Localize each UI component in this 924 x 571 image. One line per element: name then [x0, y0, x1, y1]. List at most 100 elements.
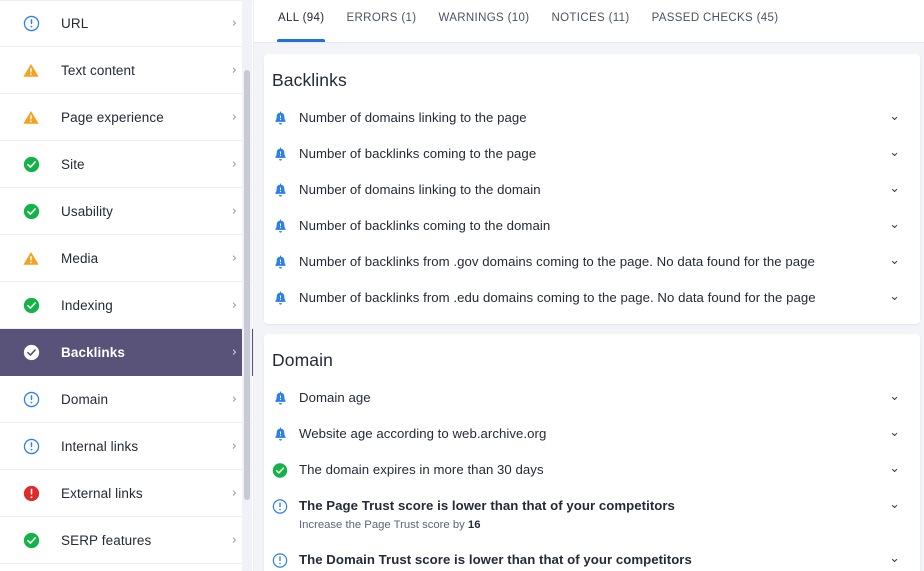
check-row-title: Number of backlinks from .edu domains co… — [299, 290, 816, 305]
seo-audit-page: URL › Text content › Page experience › Site › Us… — [0, 0, 924, 571]
sidebar-item-label: Text content — [61, 62, 135, 78]
check-row-subtext-label: Increase the Page Trust score by — [299, 519, 468, 531]
sidebar-item-label: Page experience — [61, 109, 164, 125]
sidebar-item-usability[interactable]: Usability › — [0, 188, 253, 235]
check-row-title: Number of domains linking to the domain — [299, 182, 541, 197]
warning-triangle-icon — [20, 247, 42, 269]
sidebar-item-media[interactable]: Media › — [0, 235, 253, 282]
sidebar-item-label: External links — [61, 485, 143, 501]
check-row-text: Number of domains linking to the domain — [299, 181, 879, 199]
section-card: Domain Domain age ⌄ Website age according t… — [264, 334, 920, 571]
check-row-title: Number of domains linking to the page — [299, 110, 527, 125]
sidebar-item-label: Backlinks — [61, 344, 125, 360]
check-row-text: Number of backlinks from .edu domains co… — [299, 289, 879, 307]
chevron-right-icon: › — [231, 16, 237, 31]
chevron-down-icon[interactable]: ⌄ — [879, 181, 900, 197]
sidebar-item-backlinks[interactable]: Backlinks › — [0, 329, 253, 376]
tab-errors[interactable]: ERRORS (1) — [335, 0, 427, 42]
check-row[interactable]: Domain age ⌄ — [264, 380, 920, 416]
section-card: Backlinks Number of domains linking to th… — [264, 54, 920, 324]
check-row-text: The domain expires in more than 30 days — [299, 461, 879, 479]
check-row-text: The Page Trust score is lower than that … — [299, 497, 879, 533]
check-row-title: The domain expires in more than 30 days — [299, 462, 544, 477]
chevron-down-icon[interactable]: ⌄ — [879, 217, 900, 233]
bell-icon — [272, 146, 288, 162]
check-row[interactable]: Number of backlinks from .gov domains co… — [264, 244, 920, 280]
check-circle-icon — [20, 341, 42, 363]
chevron-right-icon: › — [231, 62, 237, 78]
filter-tabbar: ALL (94) ERRORS (1) WARNINGS (10) NOTICES (… — [254, 0, 924, 43]
warning-triangle-icon — [20, 59, 42, 81]
warning-triangle-icon — [20, 106, 42, 128]
sidebar-item-site[interactable]: Site › — [0, 141, 253, 188]
check-row[interactable]: Number of backlinks coming to the domain… — [264, 208, 920, 244]
sidebar-item-internal-links[interactable]: Internal links › — [0, 423, 253, 470]
sidebar-item-serp-features[interactable]: SERP features › — [0, 517, 253, 564]
section-title: Domain — [272, 350, 333, 370]
sidebar-item-text-content[interactable]: Text content › — [0, 47, 253, 94]
bell-icon — [272, 290, 288, 306]
check-row[interactable]: Number of backlinks coming to the page ⌄ — [264, 136, 920, 172]
chevron-down-icon[interactable]: ⌄ — [879, 461, 900, 477]
sidebar: URL › Text content › Page experience › Site › Us… — [0, 0, 254, 571]
tab-all[interactable]: ALL (94) — [267, 0, 335, 42]
sidebar-scrollbar[interactable] — [242, 0, 252, 571]
chevron-right-icon: › — [231, 344, 237, 360]
check-row-title: Number of backlinks coming to the domain — [299, 218, 551, 233]
sidebar-item-page-experience[interactable]: Page experience › — [0, 94, 253, 141]
chevron-down-icon[interactable]: ⌄ — [879, 145, 900, 161]
check-row[interactable]: The domain expires in more than 30 days ⌄ — [264, 452, 920, 488]
check-row[interactable]: Number of backlinks from .edu domains co… — [264, 280, 920, 316]
check-row-subtext: Increase the Page Trust score by 16 — [299, 518, 879, 533]
bell-icon — [272, 218, 288, 234]
tab-notices[interactable]: NOTICES (11) — [540, 0, 640, 42]
check-row[interactable]: Number of domains linking to the domain ⌄ — [264, 172, 920, 208]
tab-passed[interactable]: PASSED CHECKS (45) — [641, 0, 790, 42]
check-row[interactable]: The Domain Trust score is lower than tha… — [264, 542, 920, 571]
chevron-right-icon: › — [231, 297, 237, 313]
check-row-text: Number of backlinks coming to the domain — [299, 217, 879, 235]
sidebar-item-url[interactable]: URL › — [0, 0, 253, 47]
section-title: Backlinks — [272, 70, 347, 90]
sidebar-item-label: Usability — [61, 203, 113, 219]
sidebar-item-indexing[interactable]: Indexing › — [0, 282, 253, 329]
check-circle-icon — [20, 200, 42, 222]
check-row[interactable]: Website age according to web.archive.org… — [264, 416, 920, 452]
sidebar-item-label: Domain — [61, 391, 109, 407]
chevron-right-icon: › — [231, 250, 237, 266]
sidebar-item-label: Internal links — [61, 438, 139, 454]
bell-icon — [272, 110, 288, 126]
sidebar-scrollbar-thumb[interactable] — [244, 70, 250, 500]
tab-warnings[interactable]: WARNINGS (10) — [427, 0, 540, 42]
chevron-right-icon: › — [231, 156, 237, 172]
check-circle-icon — [20, 294, 42, 316]
check-row-title: Number of backlinks coming to the page — [299, 146, 537, 161]
check-row-text: Domain age — [299, 389, 879, 407]
sidebar-item-label: Site — [61, 156, 85, 172]
sidebar-item-label: Indexing — [61, 297, 113, 313]
sidebar-item-list: URL › Text content › Page experience › Site › Us… — [0, 0, 253, 564]
sidebar-item-domain[interactable]: Domain › — [0, 376, 253, 423]
check-row[interactable]: The Page Trust score is lower than that … — [264, 488, 920, 542]
sidebar-item-external-links[interactable]: External links › — [0, 470, 253, 517]
check-circle-icon — [20, 529, 42, 551]
chevron-down-icon[interactable]: ⌄ — [879, 497, 900, 513]
chevron-down-icon[interactable]: ⌄ — [879, 551, 900, 567]
check-row-title: The Page Trust score is lower than that … — [299, 498, 675, 513]
chevron-down-icon[interactable]: ⌄ — [879, 389, 900, 405]
check-row-text: Number of backlinks from .gov domains co… — [299, 253, 879, 271]
info-circle-icon — [20, 435, 42, 457]
chevron-right-icon: › — [231, 391, 237, 407]
bell-icon — [272, 254, 288, 270]
chevron-down-icon[interactable]: ⌄ — [879, 289, 900, 305]
sidebar-item-label: SERP features — [61, 532, 152, 548]
check-row-text: Website age according to web.archive.org — [299, 425, 879, 443]
chevron-down-icon[interactable]: ⌄ — [879, 425, 900, 441]
chevron-right-icon: › — [231, 109, 237, 125]
check-row[interactable]: Number of domains linking to the page ⌄ — [264, 100, 920, 136]
bell-icon — [272, 426, 288, 442]
chevron-down-icon[interactable]: ⌄ — [879, 253, 900, 269]
chevron-down-icon[interactable]: ⌄ — [879, 109, 900, 125]
info-circle-icon — [272, 552, 288, 568]
sidebar-item-label: URL — [61, 16, 89, 31]
